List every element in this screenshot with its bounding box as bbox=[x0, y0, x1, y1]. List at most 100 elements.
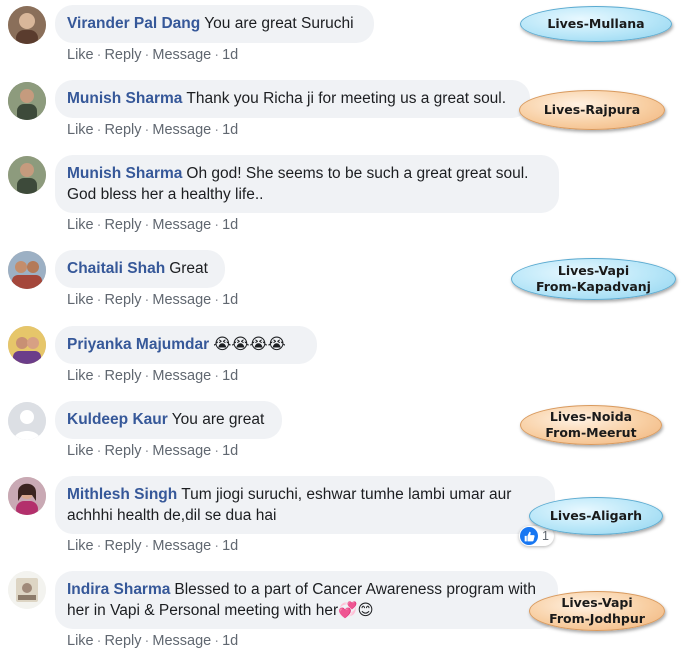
reply-link[interactable]: Reply bbox=[104, 292, 141, 308]
tag-line: From-Kapadvanj bbox=[536, 279, 651, 294]
reply-link[interactable]: Reply bbox=[104, 633, 141, 649]
comment-author[interactable]: Munish Sharma bbox=[67, 165, 182, 182]
comment-actions: Like · Reply · Message · 1d bbox=[67, 538, 238, 554]
reply-link[interactable]: Reply bbox=[104, 443, 141, 459]
avatar[interactable] bbox=[8, 251, 46, 289]
separator: · bbox=[144, 122, 150, 138]
separator: · bbox=[214, 122, 220, 138]
comment-author[interactable]: Munish Sharma bbox=[67, 90, 182, 107]
comment-bubble: Munish Sharma Oh god! She seems to be suc… bbox=[55, 155, 559, 213]
like-link[interactable]: Like bbox=[67, 217, 94, 233]
separator: · bbox=[214, 368, 220, 384]
separator: · bbox=[96, 217, 102, 233]
tag-line: Lives-Aligarh bbox=[549, 508, 643, 523]
location-tag: Lives-Aligarh bbox=[529, 497, 663, 535]
separator: · bbox=[144, 443, 150, 459]
comment-author[interactable]: Virander Pal Dang bbox=[67, 15, 200, 32]
separator: · bbox=[214, 292, 220, 308]
default-user-icon bbox=[8, 402, 46, 440]
separator: · bbox=[144, 217, 150, 233]
separator: · bbox=[96, 538, 102, 554]
separator: · bbox=[96, 47, 102, 63]
message-link[interactable]: Message bbox=[152, 443, 211, 459]
timestamp[interactable]: 1d bbox=[222, 47, 238, 63]
separator: · bbox=[144, 633, 150, 649]
timestamp[interactable]: 1d bbox=[222, 368, 238, 384]
comment-text: You are great bbox=[171, 411, 265, 428]
reply-link[interactable]: Reply bbox=[104, 122, 141, 138]
like-link[interactable]: Like bbox=[67, 47, 94, 63]
comment-text: You are great Suruchi bbox=[204, 15, 354, 32]
separator: · bbox=[144, 538, 150, 554]
avatar[interactable] bbox=[8, 82, 46, 120]
comment-bubble: Kuldeep Kaur You are great bbox=[55, 401, 282, 439]
comment-actions: Like · Reply · Message · 1d bbox=[67, 443, 238, 459]
avatar[interactable] bbox=[8, 402, 46, 440]
tag-line: From-Jodhpur bbox=[549, 611, 645, 626]
tag-line: Lives-Mullana bbox=[547, 16, 645, 31]
comment-bubble: Munish Sharma Thank you Richa ji for meet… bbox=[55, 80, 530, 118]
comment-bubble: Virander Pal Dang You are great Suruchi bbox=[55, 5, 374, 43]
location-tag: Lives-Noida From-Meerut bbox=[520, 405, 662, 445]
location-tag: Lives-Rajpura bbox=[519, 90, 665, 130]
comment-author[interactable]: Chaitali Shah bbox=[67, 260, 165, 277]
reaction-count: 1 bbox=[542, 529, 549, 543]
like-link[interactable]: Like bbox=[67, 292, 94, 308]
reply-link[interactable]: Reply bbox=[104, 538, 141, 554]
comment-text: Thank you Richa ji for meeting us a grea… bbox=[186, 90, 507, 107]
tag-line: Lives-Vapi bbox=[561, 595, 633, 610]
separator: · bbox=[214, 538, 220, 554]
timestamp[interactable]: 1d bbox=[222, 633, 238, 649]
separator: · bbox=[214, 633, 220, 649]
comment-text: Great bbox=[169, 260, 208, 277]
separator: · bbox=[96, 633, 102, 649]
separator: · bbox=[96, 292, 102, 308]
reply-link[interactable]: Reply bbox=[104, 217, 141, 233]
avatar[interactable] bbox=[8, 326, 46, 364]
timestamp[interactable]: 1d bbox=[222, 122, 238, 138]
message-link[interactable]: Message bbox=[152, 538, 211, 554]
separator: · bbox=[96, 368, 102, 384]
comment-author[interactable]: Indira Sharma bbox=[67, 581, 170, 598]
like-link[interactable]: Like bbox=[67, 122, 94, 138]
comment-bubble: Mithlesh Singh Tum jiogi suruchi, eshwar … bbox=[55, 476, 555, 534]
avatar[interactable] bbox=[8, 156, 46, 194]
separator: · bbox=[144, 368, 150, 384]
timestamp[interactable]: 1d bbox=[222, 217, 238, 233]
location-tag: Lives-Mullana bbox=[520, 6, 672, 42]
separator: · bbox=[214, 217, 220, 233]
comment-actions: Like · Reply · Message · 1d bbox=[67, 368, 238, 384]
comment-actions: Like · Reply · Message · 1d bbox=[67, 122, 238, 138]
separator: · bbox=[144, 47, 150, 63]
separator: · bbox=[96, 122, 102, 138]
like-link[interactable]: Like bbox=[67, 633, 94, 649]
message-link[interactable]: Message bbox=[152, 47, 211, 63]
separator: · bbox=[214, 443, 220, 459]
message-link[interactable]: Message bbox=[152, 122, 211, 138]
message-link[interactable]: Message bbox=[152, 633, 211, 649]
like-link[interactable]: Like bbox=[67, 538, 94, 554]
comment-bubble: Chaitali Shah Great bbox=[55, 250, 225, 288]
comment-actions: Like · Reply · Message · 1d bbox=[67, 47, 238, 63]
reply-link[interactable]: Reply bbox=[104, 47, 141, 63]
comment-author[interactable]: Priyanka Majumdar bbox=[67, 336, 209, 353]
reply-link[interactable]: Reply bbox=[104, 368, 141, 384]
comment-author[interactable]: Kuldeep Kaur bbox=[67, 411, 168, 428]
timestamp[interactable]: 1d bbox=[222, 292, 238, 308]
comment-author[interactable]: Mithlesh Singh bbox=[67, 486, 177, 503]
avatar[interactable] bbox=[8, 571, 46, 609]
message-link[interactable]: Message bbox=[152, 368, 211, 384]
tag-line: Lives-Rajpura bbox=[543, 102, 641, 117]
message-link[interactable]: Message bbox=[152, 217, 211, 233]
message-link[interactable]: Message bbox=[152, 292, 211, 308]
separator: · bbox=[214, 47, 220, 63]
avatar[interactable] bbox=[8, 6, 46, 44]
comment-actions: Like · Reply · Message · 1d bbox=[67, 292, 238, 308]
like-link[interactable]: Like bbox=[67, 368, 94, 384]
location-tag: Lives-Vapi From-Kapadvanj bbox=[511, 258, 676, 300]
timestamp[interactable]: 1d bbox=[222, 538, 238, 554]
timestamp[interactable]: 1d bbox=[222, 443, 238, 459]
avatar[interactable] bbox=[8, 477, 46, 515]
like-link[interactable]: Like bbox=[67, 443, 94, 459]
comment-bubble: Indira Sharma Blessed to a part of Cancer… bbox=[55, 571, 558, 629]
